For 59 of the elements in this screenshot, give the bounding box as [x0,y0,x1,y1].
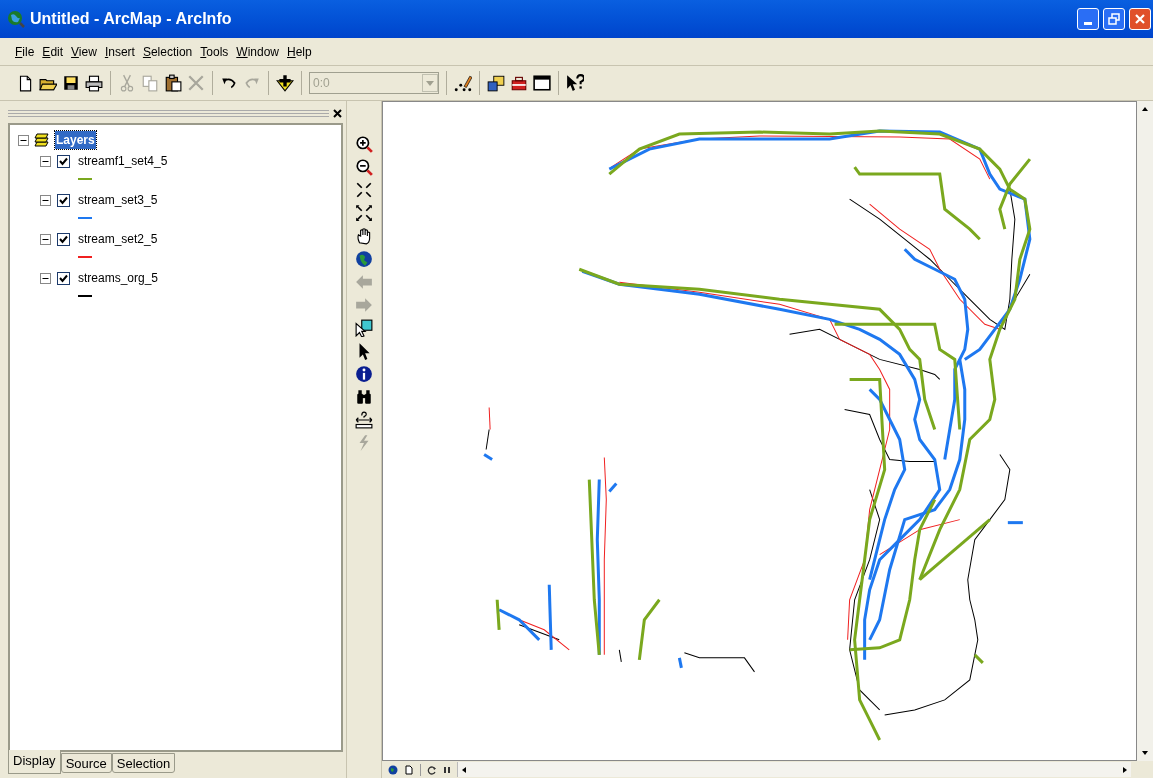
help-pointer-icon[interactable] [566,74,584,92]
menu-item[interactable]: Help [286,42,313,61]
layer-name[interactable]: stream_set3_5 [78,191,158,209]
window-title: Untitled - ArcMap - ArcInfo [30,9,232,29]
restore-icon [1108,13,1120,25]
checkbox[interactable] [57,271,70,285]
plus-icon[interactable] [276,74,294,92]
globe-icon [6,9,26,29]
printer-icon[interactable] [85,74,103,92]
info-icon[interactable] [355,365,373,383]
close-button[interactable] [331,107,343,119]
save-icon[interactable] [62,74,80,92]
layer-name[interactable]: streamf1_set4_5 [78,152,168,170]
close-icon [1134,13,1146,25]
arrows-outward-icon[interactable] [355,204,373,222]
command-window-icon[interactable] [533,74,551,92]
caret-icon [426,80,434,86]
globe-icon[interactable] [355,250,373,268]
menu-item[interactable]: Insert [103,42,136,61]
vertical-scrollbar[interactable] [1137,101,1153,761]
minimize-button[interactable] [1077,8,1099,30]
menu-item[interactable]: File [14,42,36,61]
layer-name[interactable]: stream_set2_5 [78,230,158,248]
collapse-icon[interactable] [40,194,51,206]
tab[interactable]: Selection [111,753,176,773]
collapse-icon[interactable] [18,134,29,146]
collapse-icon[interactable] [40,272,51,284]
restore-button[interactable] [1103,8,1125,30]
checkbox[interactable] [57,193,70,207]
arrows-inward-icon[interactable] [355,181,373,199]
checkbox[interactable] [57,154,70,168]
layer-name[interactable]: streams_org_5 [78,269,159,287]
binoculars-icon[interactable] [355,388,373,406]
zoom-out-icon[interactable] [355,158,373,176]
tab[interactable]: Display [8,750,61,774]
pause-icon[interactable] [443,764,451,775]
layers-icon [33,133,51,147]
hand-icon[interactable] [355,227,373,245]
select-features-icon[interactable] [355,319,373,337]
refresh-icon[interactable] [427,764,437,775]
tab[interactable]: Source [60,753,112,773]
menu-item[interactable]: Selection [141,42,194,61]
menu-item[interactable]: Window [235,42,280,61]
menu-item[interactable]: View [70,42,98,61]
globe-icon[interactable] [388,764,398,775]
horizontal-scrollbar[interactable] [457,762,1131,777]
collapse-icon[interactable] [40,233,51,245]
measure-icon[interactable] [355,411,373,429]
tree-item[interactable]: Layers [55,131,96,149]
page-icon[interactable] [404,764,414,775]
collapse-icon[interactable] [40,155,51,167]
checkbox[interactable] [57,232,70,246]
pencil-icon[interactable] [454,74,472,92]
catalog-icon[interactable] [487,74,505,92]
toolbox-icon[interactable] [510,74,528,92]
paste-icon[interactable] [164,74,182,92]
menu-item[interactable]: Edit [41,42,65,61]
zoom-in-icon[interactable] [355,135,373,153]
menu-item[interactable]: Tools [199,42,230,61]
